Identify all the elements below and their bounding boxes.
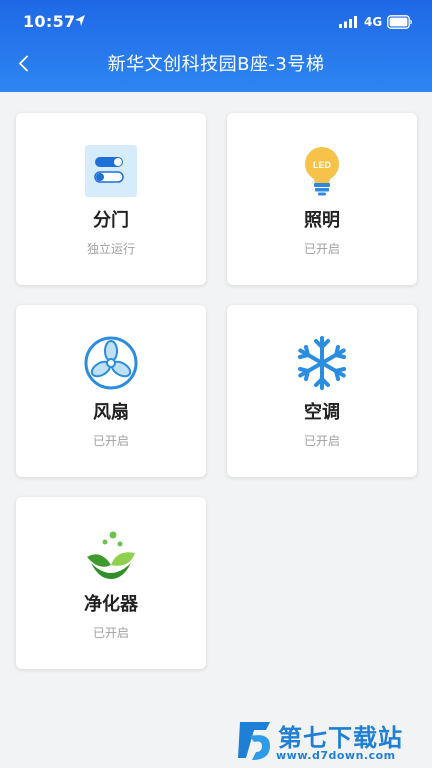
device-card-aircon[interactable]: 空调 已开启 (227, 305, 417, 477)
device-name: 净化器 (84, 594, 138, 615)
watermark-text: 第七下载站 (278, 724, 403, 752)
fan-icon (84, 336, 138, 390)
device-name: 分门 (93, 210, 129, 231)
status-time: 10:57 (23, 12, 76, 31)
device-card-purifier[interactable]: 净化器 已开启 (16, 497, 206, 669)
device-card-door[interactable]: 分门 独立运行 (16, 113, 206, 285)
device-status: 独立运行 (86, 242, 135, 256)
network-type: 4G (364, 15, 383, 29)
leaf-purifier-icon (87, 531, 135, 579)
battery-icon (387, 15, 412, 29)
back-button[interactable] (10, 48, 40, 78)
device-name: 风扇 (93, 402, 129, 423)
device-card-fan[interactable]: 风扇 已开启 (16, 305, 206, 477)
status-bar: 10:57 4G (0, 0, 432, 44)
chevron-left-icon (19, 55, 28, 72)
page-title: 新华文创科技园B座-3号梯 (107, 54, 325, 75)
led-label: LED (313, 160, 332, 170)
device-status: 已开启 (303, 434, 340, 448)
snowflake-icon (298, 336, 346, 390)
device-status: 已开启 (92, 434, 129, 448)
device-status: 已开启 (303, 242, 340, 256)
watermark: 第七下载站 www.d7down.com (236, 716, 432, 768)
d7-logo-icon (238, 722, 270, 760)
watermark-url: www.d7down.com (276, 749, 396, 762)
location-arrow-icon (75, 15, 85, 26)
device-status: 已开启 (92, 626, 129, 640)
toggle-switch-icon (85, 145, 137, 197)
device-name: 照明 (304, 210, 340, 231)
led-bulb-icon: LED (305, 147, 339, 196)
device-card-lighting[interactable]: LED 照明 已开启 (227, 113, 417, 285)
device-name: 空调 (304, 402, 340, 423)
app-header: 10:57 4G 新华文创科技园B座-3号梯 (0, 0, 432, 92)
signal-icon (339, 16, 357, 28)
nav-bar: 新华文创科技园B座-3号梯 (0, 44, 432, 92)
